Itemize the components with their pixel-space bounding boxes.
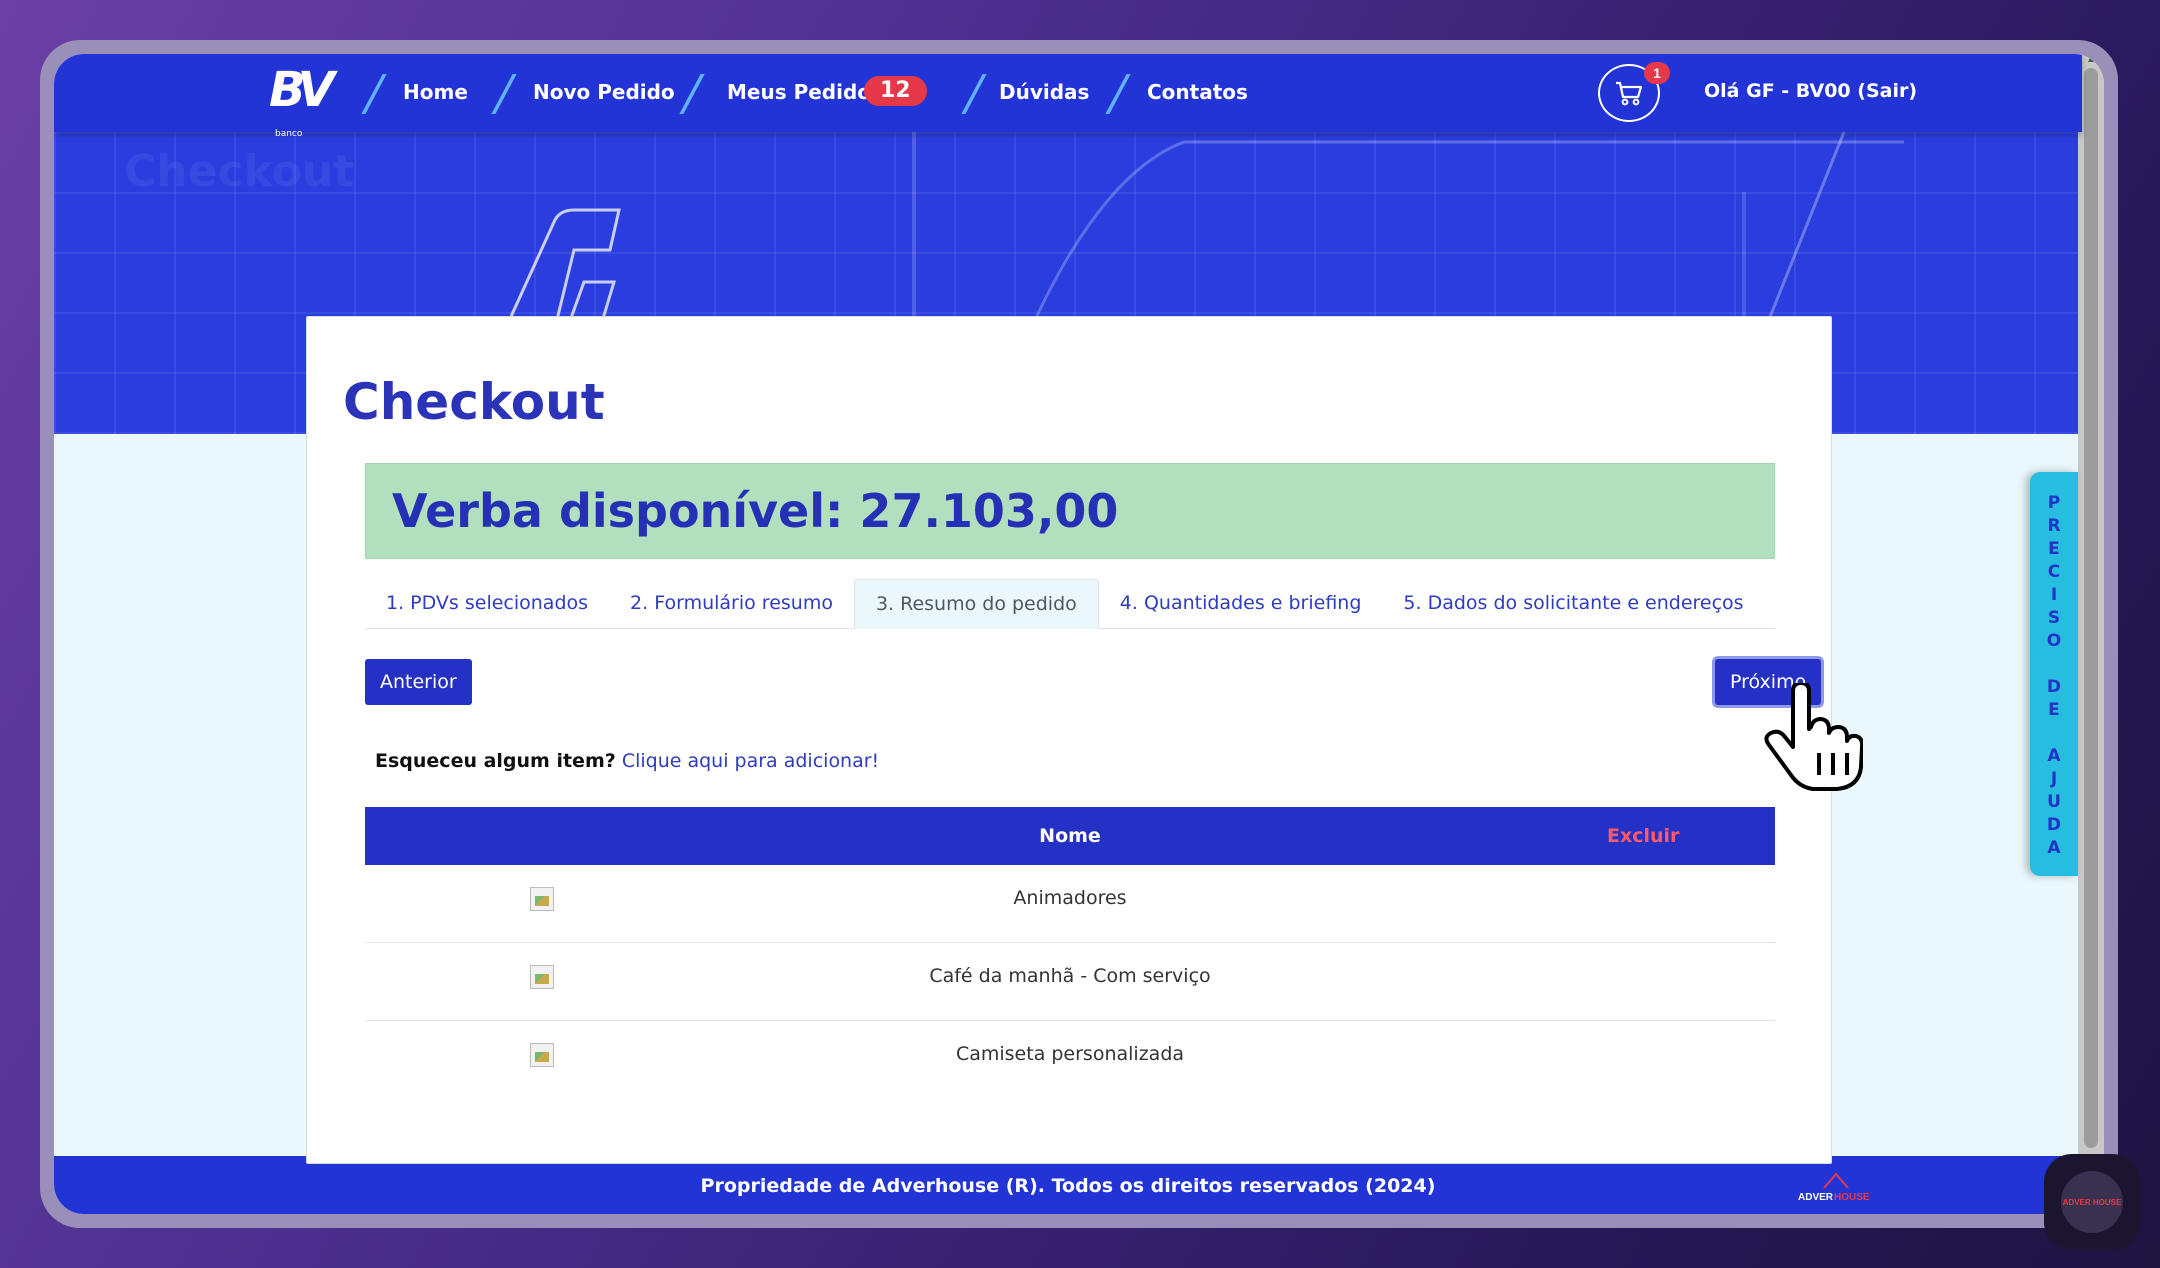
- nav-duvidas[interactable]: Dúvidas: [999, 80, 1089, 104]
- help-tab-letter: O: [2046, 631, 2062, 651]
- browser-viewport: BV banco Home Novo Pedido Meus Pedidos 12…: [54, 54, 2104, 1214]
- item-name: Café da manhã - Com serviço: [929, 965, 1211, 987]
- help-tab-letter: A: [2047, 838, 2061, 858]
- tab-dados-solicitante[interactable]: 5. Dados do solicitante e endereços: [1382, 579, 1764, 628]
- nav-meus-pedidos[interactable]: Meus Pedidos: [727, 80, 883, 104]
- previous-button[interactable]: Anterior: [365, 659, 472, 705]
- help-side-tab[interactable]: PRECISO DE AJUDA: [2030, 472, 2078, 876]
- nav-separator: [361, 74, 387, 114]
- column-header-nome: Nome: [1039, 825, 1101, 847]
- page-title: Checkout: [343, 373, 605, 431]
- tab-resumo-do-pedido[interactable]: 3. Resumo do pedido: [853, 579, 1099, 629]
- footer-copyright: Propriedade de Adverhouse (R). Todos os …: [700, 1175, 1436, 1197]
- help-tab-letter: E: [2048, 539, 2060, 559]
- help-tab-letter: [2051, 653, 2057, 676]
- nav-separator: [1105, 74, 1131, 114]
- scroll-thumb[interactable]: [2084, 68, 2098, 1148]
- help-tab-letter: D: [2046, 815, 2062, 835]
- page-footer: Propriedade de Adverhouse (R). Todos os …: [54, 1156, 2082, 1214]
- adverhouse-footer-logo: ADVER HOUSE: [1796, 1168, 1872, 1204]
- adverhouse-chat-icon: ADVER HOUSE: [2061, 1171, 2123, 1233]
- checkout-steps-tabs: 1. PDVs selecionados 2. Formulário resum…: [365, 579, 1775, 629]
- nav-home[interactable]: Home: [403, 80, 468, 104]
- tab-formulario-resumo[interactable]: 2. Formulário resumo: [609, 579, 854, 628]
- tab-pdvs-selecionados[interactable]: 1. PDVs selecionados: [365, 579, 609, 628]
- table-row: Camiseta personalizada: [365, 1021, 1775, 1099]
- cart-icon: [1616, 81, 1643, 106]
- nav-separator: [491, 74, 517, 114]
- help-tab-letters: PRECISO DE AJUDA: [2047, 492, 2061, 860]
- help-tab-letter: U: [2047, 792, 2061, 812]
- nav-contatos[interactable]: Contatos: [1147, 80, 1248, 104]
- svg-text:ADVER: ADVER: [1798, 1192, 1834, 1203]
- table-row: Café da manhã - Com serviço: [365, 943, 1775, 1021]
- help-tab-letter: D: [2046, 677, 2062, 697]
- table-header: Nome Excluir: [365, 807, 1775, 865]
- nav-novo-pedido[interactable]: Novo Pedido: [533, 80, 675, 104]
- item-name: Camiseta personalizada: [955, 1043, 1185, 1065]
- tab-quantidades-briefing[interactable]: 4. Quantidades e briefing: [1099, 579, 1383, 628]
- add-item-link[interactable]: Clique aqui para adicionar!: [622, 750, 879, 772]
- scroll-up-icon[interactable]: ▲: [2084, 54, 2098, 66]
- column-header-excluir: Excluir: [1607, 825, 1680, 847]
- checkout-card: Checkout Verba disponível: 27.103,00 1. …: [306, 316, 1863, 1164]
- forgot-item-label: Esqueceu algum item?: [375, 750, 616, 772]
- help-tab-letter: I: [2050, 585, 2058, 605]
- forgot-item-prompt: Esqueceu algum item? Clique aqui para ad…: [375, 750, 879, 772]
- chat-widget-button[interactable]: ADVER HOUSE: [2044, 1154, 2140, 1250]
- help-tab-letter: R: [2047, 516, 2061, 536]
- help-tab-letter: P: [2047, 493, 2061, 513]
- help-tab-letter: J: [2050, 769, 2058, 789]
- user-greeting-logout[interactable]: Olá GF - BV00 (Sair): [1704, 80, 1917, 102]
- svg-text:HOUSE: HOUSE: [1834, 1192, 1870, 1203]
- help-tab-letter: E: [2048, 700, 2060, 720]
- nav-separator: [679, 74, 705, 114]
- help-tab-letter: [2051, 722, 2057, 745]
- budget-available-banner: Verba disponível: 27.103,00: [365, 463, 1775, 559]
- bv-logo[interactable]: BV banco: [269, 66, 345, 139]
- orders-count-badge: 12: [864, 76, 927, 106]
- help-tab-letter: S: [2047, 608, 2061, 628]
- table-row: Animadores: [365, 865, 1775, 943]
- help-tab-letter: C: [2047, 562, 2061, 582]
- device-frame: BV banco Home Novo Pedido Meus Pedidos 12…: [40, 40, 2118, 1228]
- item-name: Animadores: [1013, 887, 1127, 909]
- hand-pointer-cursor-icon: [1764, 683, 1863, 791]
- top-navbar: BV banco Home Novo Pedido Meus Pedidos 12…: [54, 54, 2082, 139]
- items-table: Nome Excluir Animadores Café da manhã - …: [365, 807, 1775, 1099]
- cart-count-badge: 1: [1644, 62, 1670, 84]
- nav-separator: [961, 74, 987, 114]
- adverhouse-logo-icon: ADVER HOUSE: [1798, 1172, 1870, 1203]
- page-scrollbar[interactable]: ▲: [2078, 54, 2104, 1214]
- help-tab-letter: A: [2047, 746, 2061, 766]
